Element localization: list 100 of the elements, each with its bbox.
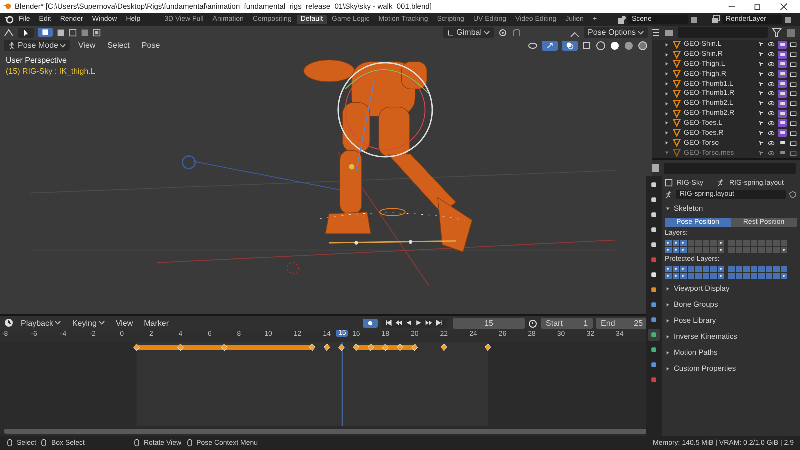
timeline-menu[interactable]: Keying [68, 318, 109, 328]
viewport-toggle[interactable] [778, 60, 787, 68]
keyframe-icon[interactable] [441, 344, 448, 352]
layer-toggle[interactable] [680, 273, 686, 279]
eye-icon[interactable] [768, 100, 775, 108]
layer-toggle[interactable] [672, 240, 679, 246]
timeline-menu[interactable]: Marker [140, 318, 174, 328]
rotation-gizmo-drawing[interactable] [338, 62, 434, 172]
viewport-toggle[interactable] [778, 40, 787, 49]
stopwatch-icon[interactable] [528, 318, 538, 328]
xray-icon[interactable] [582, 40, 592, 50]
subtract-mode-icon[interactable] [69, 28, 77, 36]
keyframe-icon[interactable] [177, 344, 184, 352]
layer-toggle[interactable] [758, 247, 764, 253]
clock-icon[interactable] [4, 318, 14, 328]
layer-toggle[interactable] [758, 240, 764, 246]
pose-options-dropdown[interactable]: Pose Options [584, 27, 648, 38]
keyframe-icon[interactable] [484, 344, 492, 352]
viewport-toggle[interactable] [778, 119, 787, 128]
orientation-dropdown[interactable]: Gimbal [442, 27, 494, 38]
layer-toggle[interactable] [743, 240, 750, 246]
layer-toggle[interactable] [780, 266, 787, 272]
viewport-toggle[interactable] [778, 100, 787, 108]
layer-toggle[interactable] [773, 240, 780, 246]
eye-icon[interactable] [768, 90, 775, 98]
playback-controls[interactable] [381, 318, 448, 328]
eye-icon[interactable] [768, 130, 775, 137]
layer-toggle[interactable] [758, 266, 764, 272]
overlay-toggle[interactable] [562, 40, 578, 50]
layer-toggle[interactable] [695, 266, 702, 272]
viewport-toggle[interactable] [778, 110, 787, 118]
select-mode-button[interactable] [38, 28, 53, 37]
eye-icon[interactable] [768, 70, 775, 78]
viewport-toggle[interactable] [778, 50, 787, 59]
extend-mode-icon[interactable] [57, 28, 65, 36]
collapsed-arrow-icon[interactable] [665, 334, 671, 340]
layer-toggle[interactable] [665, 240, 672, 246]
collapsed-arrow-icon[interactable] [665, 302, 671, 308]
layer-toggle[interactable] [688, 247, 694, 253]
layer-toggle[interactable] [728, 266, 734, 272]
collapsed-arrow-icon[interactable] [665, 350, 671, 356]
collapsed-arrow-icon[interactable] [665, 286, 671, 292]
eye-icon[interactable] [768, 80, 775, 88]
expanded-arrow-icon[interactable] [664, 150, 670, 156]
funnel-icon[interactable] [772, 28, 782, 38]
layer-toggle[interactable] [718, 247, 724, 253]
layer-toggle[interactable] [710, 247, 716, 253]
layer-toggle[interactable] [665, 273, 672, 279]
keyframe-icon[interactable] [134, 344, 140, 352]
collapsed-arrow-icon[interactable] [665, 318, 671, 324]
layer-toggle[interactable] [718, 273, 724, 279]
layer-toggle[interactable] [665, 266, 672, 272]
snap-icon[interactable] [512, 28, 522, 38]
properties-tab[interactable] [648, 329, 660, 341]
shield-icon[interactable] [789, 190, 797, 198]
eye-icon[interactable] [768, 120, 775, 127]
pivot-icon[interactable] [498, 28, 508, 38]
viewport-menu[interactable]: Pose [138, 40, 164, 51]
eye-icon[interactable] [768, 140, 775, 147]
layer-toggle[interactable] [728, 273, 734, 279]
layer-toggle[interactable] [718, 266, 724, 272]
layer-toggle[interactable] [736, 240, 742, 246]
intersect-mode-icon[interactable] [93, 28, 101, 36]
gizmo-toggle[interactable] [542, 40, 558, 50]
eye-icon[interactable] [768, 51, 775, 58]
mode-dropdown[interactable]: Pose Mode [4, 40, 70, 51]
layer-toggle[interactable] [702, 240, 709, 246]
expanded-arrow-icon[interactable] [665, 206, 671, 212]
scrollbar[interactable] [4, 428, 648, 434]
start-frame-field[interactable]: Start 1 [541, 318, 594, 328]
viewport-toggle[interactable] [778, 149, 787, 157]
layer-toggle[interactable] [750, 273, 757, 279]
layer-toggle[interactable] [680, 266, 686, 272]
collapsed-arrow-icon[interactable] [664, 90, 670, 97]
layer-toggle[interactable] [702, 273, 709, 279]
layer-toggle[interactable] [702, 266, 709, 272]
layer-toggle[interactable] [710, 273, 716, 279]
viewport-toggle[interactable] [778, 80, 787, 88]
collapsed-arrow-icon[interactable] [664, 110, 670, 117]
collapsed-arrow-icon[interactable] [664, 140, 670, 146]
layer-toggle[interactable] [672, 247, 679, 253]
layer-toggle[interactable] [672, 273, 679, 279]
layer-toggle[interactable] [695, 273, 702, 279]
display-mode-icon[interactable] [650, 28, 660, 38]
layer-toggle[interactable] [695, 247, 702, 253]
viewport-menu[interactable]: Select [104, 40, 134, 51]
rendered-shading-icon[interactable] [638, 40, 648, 50]
viewport-toggle[interactable] [778, 129, 787, 138]
layer-toggle[interactable] [750, 247, 757, 253]
visibility-icon[interactable] [528, 40, 538, 50]
eye-icon[interactable] [768, 60, 775, 68]
layer-toggle[interactable] [688, 240, 694, 246]
invert-mode-icon[interactable] [81, 28, 89, 36]
layer-toggle[interactable] [766, 240, 772, 246]
select-tool-button[interactable] [18, 28, 34, 38]
material-shading-icon[interactable] [624, 40, 634, 50]
collapsed-arrow-icon[interactable] [664, 100, 670, 107]
layer-toggle[interactable] [736, 266, 742, 272]
layer-toggle[interactable] [773, 273, 780, 279]
keyframe-icon[interactable] [221, 344, 228, 352]
